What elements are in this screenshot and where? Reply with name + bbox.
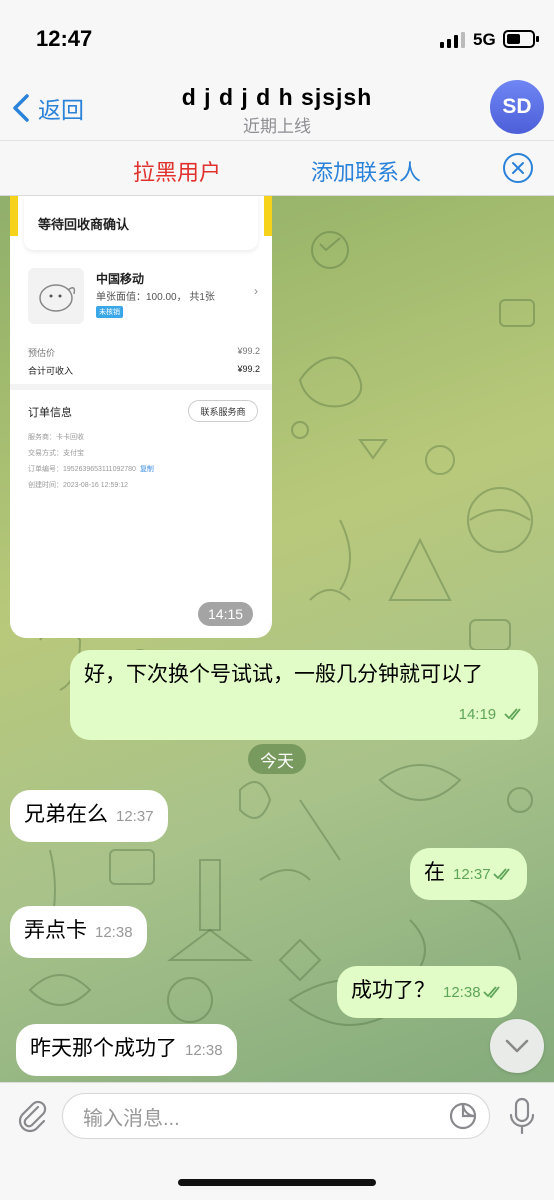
total-income-label: 合计可收入 [28,366,74,376]
message-text: 兄弟在么 [24,803,108,826]
order-row-label: 交易方式： [28,450,63,457]
message-text: 弄点卡 [24,919,87,942]
order-row-value: 2023-08-16 12:59:12 [63,482,128,489]
cellular-signal-icon [440,32,465,48]
estimated-price-value: ¥99.2 [237,346,260,356]
message-time: 12:38 [95,924,133,941]
message-time: 14:19 [458,706,497,723]
product-name: 中国移动 [96,272,145,286]
order-row-value: 卡卡回收 [56,434,84,441]
product-detail: 单张面值：100.00， 共1张 [96,292,215,303]
message-text: 好，下次换个号试试，一般几分钟就可以了 [84,663,483,686]
microphone-icon[interactable] [506,1097,538,1135]
message-time: 14:15 [198,602,254,626]
message-input[interactable]: 输入消息... [62,1093,490,1139]
order-row-created: 创建时间：2023-08-16 12:59:12 [28,480,128,490]
order-header-accent-right [264,196,272,236]
order-row-number: 订单编号：19526396531110927​80 复制 [28,464,154,474]
order-row-label: 服务商： [28,434,56,441]
message-bubble-outgoing[interactable]: 成功了？ 12:38 [337,966,517,1018]
sticker-icon[interactable] [448,1101,478,1131]
estimated-price-label: 预估价 [28,348,56,358]
message-text: 昨天那个成功了 [30,1037,177,1060]
message-time: 12:38 [443,984,481,1001]
network-label: 5G [473,30,496,49]
status-time: 12:47 [36,26,93,51]
order-row-payment: 交易方式：支付宝 [28,448,84,458]
battery-icon [503,30,539,48]
scroll-to-bottom-button[interactable] [490,1019,544,1073]
status-bar: 12:47 5G [0,0,554,80]
message-bubble-incoming[interactable]: 昨天那个成功了 12:38 [16,1024,237,1076]
chevron-right-icon: › [254,284,258,298]
order-status-card: 等待回收商确认 [24,196,258,250]
message-time: 12:38 [185,1042,223,1059]
product-tag: 未核销 [96,306,123,318]
close-x-glyph [512,162,524,174]
message-time: 12:37 [116,808,154,825]
order-row-value: 19526396531110927​80 [63,466,136,473]
contact-merchant-button: 联系服务商 [188,400,258,422]
order-row-label: 创建时间： [28,482,63,489]
order-row-value: 支付宝 [63,450,84,457]
battery-level [507,34,520,44]
product-row: 中国移动 单张面值：100.00， 共1张 未核销 › [10,262,272,332]
avatar[interactable]: SD [490,80,544,134]
copy-link: 复制 [139,466,154,473]
message-text: 成功了？ [351,979,435,1002]
order-status-text: 等待回收商确认 [38,217,130,232]
order-info-title: 订单信息 [28,407,72,419]
mascot-image [39,284,76,312]
message-bubble-outgoing[interactable]: 在 12:37 [410,848,527,900]
message-bubble-outgoing[interactable]: 好，下次换个号试试，一般几分钟就可以了 14:19 [70,650,538,740]
image-message[interactable]: 等待回收商确认 中国移动 单张面值：100.00， 共1张 未核销 › 预估价 … [10,196,272,638]
chevron-down-icon [505,1039,529,1053]
read-check-icon [504,708,521,720]
last-seen-status: 近期上线 [243,117,311,136]
order-row-label: 订单编号： [28,466,63,473]
section-divider [10,384,272,390]
add-contact-button[interactable]: 添加联系人 [311,155,421,187]
chat-header: 返回 d j d j d h sjsjsh 近期上线 SD [0,80,554,140]
product-thumbnail [28,268,84,324]
close-icon[interactable] [503,153,533,183]
message-composer: 输入消息... [0,1082,554,1200]
total-income-value: ¥99.2 [237,364,260,374]
paperclip-icon[interactable] [14,1097,50,1133]
message-input-placeholder: 输入消息... [83,1107,180,1130]
message-time: 12:37 [453,866,491,883]
order-header-accent-left [10,196,18,236]
unknown-contact-action-bar: 拉黑用户 添加联系人 [0,140,554,196]
read-check-icon [482,986,500,998]
message-text: 在 [424,861,445,884]
read-check-icon [492,868,510,880]
order-row-merchant: 服务商：卡卡回收 [28,432,84,442]
block-user-button[interactable]: 拉黑用户 [133,155,221,187]
chat-title[interactable]: d j d j d h sjsjsh [0,84,554,111]
message-bubble-incoming[interactable]: 弄点卡 12:38 [10,906,147,958]
home-indicator [178,1179,376,1186]
date-separator: 今天 [248,744,306,774]
message-bubble-incoming[interactable]: 兄弟在么 12:37 [10,790,168,842]
